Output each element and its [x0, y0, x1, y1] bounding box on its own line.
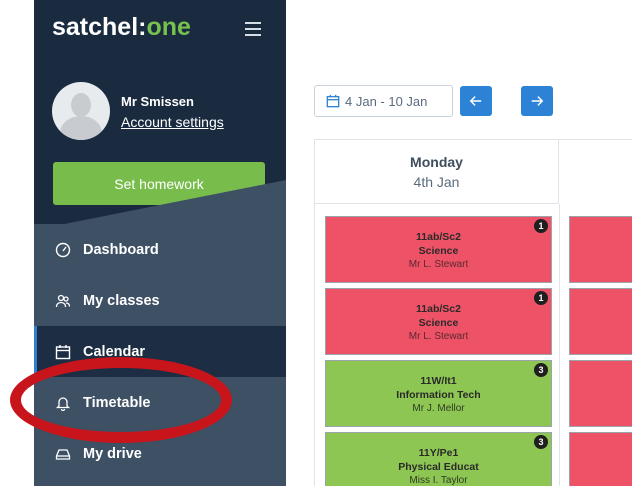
sidebar-item-label: Calendar [83, 343, 146, 360]
previous-week-button[interactable] [460, 86, 492, 116]
lesson-card-next-day[interactable] [569, 360, 632, 427]
lesson-count-badge: 1 [534, 291, 548, 305]
lesson-count-badge: 3 [534, 435, 548, 449]
lesson-teacher: Mr J. Mellor [412, 403, 465, 414]
sidebar-item-my-drive[interactable]: My drive [34, 428, 286, 479]
lesson-teacher: Miss I. Taylor [409, 475, 468, 486]
sidebar-item-my-classes[interactable]: My classes [34, 275, 286, 326]
user-name: Mr Smissen [121, 94, 194, 109]
lesson-card[interactable]: 3 11Y/Pe1 Physical Educat Miss I. Taylor [325, 432, 552, 486]
lesson-teacher: Mr L. Stewart [408, 259, 469, 270]
sidebar-item-label: Timetable [83, 394, 151, 411]
lesson-class-code: 11Y/Pe1 [418, 447, 459, 459]
app-logo[interactable]: satchel:one [52, 13, 191, 42]
calendar-icon [326, 94, 340, 108]
lesson-subject: Science [418, 317, 459, 329]
sidebar-item-label: My classes [83, 292, 160, 309]
lesson-card-next-day[interactable] [569, 216, 632, 283]
lesson-count-badge: 3 [534, 363, 548, 377]
lesson-subject: Information Tech [396, 389, 481, 401]
day-name: Monday [410, 154, 463, 170]
app-frame: satchel:one Mr Smissen Account settings … [0, 0, 632, 486]
lesson-card[interactable]: 1 11ab/Sc2 Science Mr L. Stewart [325, 216, 552, 283]
calendar-icon [54, 343, 72, 361]
sidebar-item-label: My drive [83, 445, 142, 462]
drive-icon [54, 445, 72, 463]
lesson-card-next-day[interactable] [569, 288, 632, 355]
logo-text: satchel: [52, 13, 147, 41]
sidebar: satchel:one Mr Smissen Account settings … [34, 0, 286, 486]
hamburger-menu-icon[interactable] [245, 22, 261, 36]
arrow-left-icon [469, 96, 482, 106]
dashboard-icon [54, 241, 72, 259]
lesson-subject: Physical Educat [398, 461, 479, 473]
bell-icon [54, 394, 72, 412]
date-range-picker[interactable]: 4 Jan - 10 Jan [314, 85, 453, 117]
avatar [52, 82, 110, 140]
sidebar-item-timetable[interactable]: Timetable [34, 377, 286, 428]
day-column-header: Monday 4th Jan [315, 140, 559, 204]
sidebar-item-label: Dashboard [83, 241, 159, 258]
sidebar-item-dashboard[interactable]: Dashboard [34, 224, 286, 275]
arrow-right-icon [531, 96, 544, 106]
account-settings-link[interactable]: Account settings [121, 114, 224, 130]
lesson-count-badge: 1 [534, 219, 548, 233]
classes-icon [54, 292, 72, 310]
lesson-class-code: 11ab/Sc2 [416, 303, 461, 315]
lesson-subject: Science [418, 245, 459, 257]
sidebar-header: satchel:one [34, 0, 286, 60]
next-week-button[interactable] [521, 86, 553, 116]
calendar-grid: Monday 4th Jan 1 11ab/Sc2 Science Mr L. … [314, 139, 632, 486]
sidebar-item-calendar[interactable]: Calendar [34, 326, 286, 377]
date-range-text: 4 Jan - 10 Jan [345, 93, 428, 109]
lesson-teacher: Mr L. Stewart [408, 331, 469, 342]
lesson-card[interactable]: 1 11ab/Sc2 Science Mr L. Stewart [325, 288, 552, 355]
sidebar-nav: Dashboard My classes Calendar Timetable [34, 224, 286, 479]
lesson-card-next-day[interactable] [569, 432, 632, 486]
day-date: 4th Jan [413, 174, 460, 190]
lesson-class-code: 11ab/Sc2 [416, 231, 461, 243]
logo-accent-text: one [146, 13, 191, 41]
lesson-class-code: 11W/It1 [420, 375, 457, 387]
lesson-card[interactable]: 3 11W/It1 Information Tech Mr J. Mellor [325, 360, 552, 427]
column-divider [559, 204, 560, 486]
